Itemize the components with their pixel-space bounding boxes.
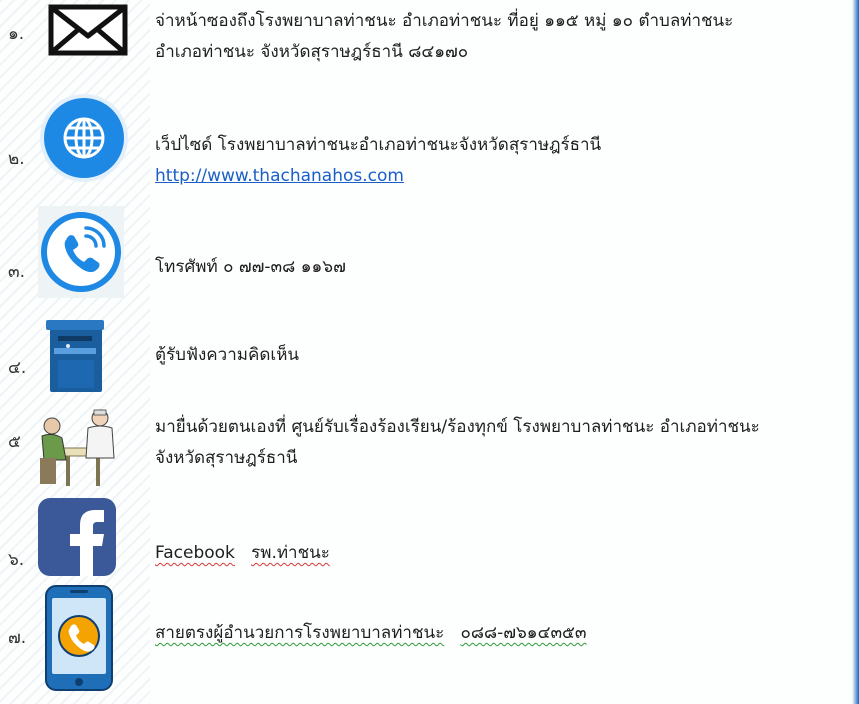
website-link[interactable]: http://www.thachanahos.com bbox=[155, 166, 404, 186]
service-desk-icon bbox=[34, 396, 124, 496]
facebook-text: Facebook รพ.ท่าชนะ bbox=[155, 538, 855, 569]
item-number: ๒. bbox=[8, 149, 25, 169]
mobile-phone-icon bbox=[42, 584, 116, 698]
item-number: ๔. bbox=[8, 358, 27, 378]
walk-in-text: มายื่นด้วยตนเองที่ ศูนย์รับเรื่องร้องเรี… bbox=[155, 412, 855, 474]
walk-in-line-1: มายื่นด้วยตนเองที่ ศูนย์รับเรื่องร้องเรี… bbox=[155, 417, 760, 437]
website-label: เว็ปไซด์ โรงพยาบาลท่าชนะอำเภอท่าชนะจังหว… bbox=[155, 135, 602, 155]
facebook-icon[interactable] bbox=[36, 496, 118, 582]
director-line-text: สายตรงผู้อำนวยการโรงพยาบาลท่าชนะ ๐๘๘-๗๖๑… bbox=[155, 618, 855, 649]
mail-address-line-2: อำเภอท่าชนะ จังหวัดสุราษฎร์ธานี ๘๔๑๗๐ bbox=[155, 42, 469, 62]
comment-box-icon bbox=[44, 316, 106, 398]
item-number: ๑. bbox=[8, 24, 25, 44]
walk-in-line-2: จังหวัดสุราษฎร์ธานี bbox=[155, 448, 298, 468]
mail-address-line-1: จ่าหน้าซองถึงโรงพยาบาลท่าชนะ อำเภอท่าชนะ… bbox=[155, 11, 734, 31]
facebook-label[interactable]: Facebook bbox=[155, 543, 235, 563]
globe-icon bbox=[38, 92, 130, 188]
facebook-page-name[interactable]: รพ.ท่าชนะ bbox=[251, 543, 330, 563]
website-text: เว็ปไซด์ โรงพยาบาลท่าชนะอำเภอท่าชนะจังหว… bbox=[155, 130, 855, 192]
contact-channels-panel: ๑. จ่าหน้าซองถึงโรงพยาบาลท่าชนะ อำเภอท่า… bbox=[0, 0, 859, 704]
item-number: ๓. bbox=[8, 262, 26, 282]
comment-box-text: ตู้รับฟังความคิดเห็น bbox=[155, 345, 300, 365]
item-number: ๗. bbox=[8, 628, 27, 648]
director-line-phone: ๐๘๘-๗๖๑๔๓๕๓ bbox=[460, 623, 587, 643]
mail-address-text: จ่าหน้าซองถึงโรงพยาบาลท่าชนะ อำเภอท่าชนะ… bbox=[155, 6, 855, 68]
phone-icon bbox=[38, 206, 124, 298]
director-line-label: สายตรงผู้อำนวยการโรงพยาบาลท่าชนะ bbox=[155, 623, 445, 643]
envelope-icon bbox=[48, 4, 128, 60]
telephone-text: โทรศัพท์ ๐ ๗๗-๓๘ ๑๑๖๗ bbox=[155, 257, 346, 277]
